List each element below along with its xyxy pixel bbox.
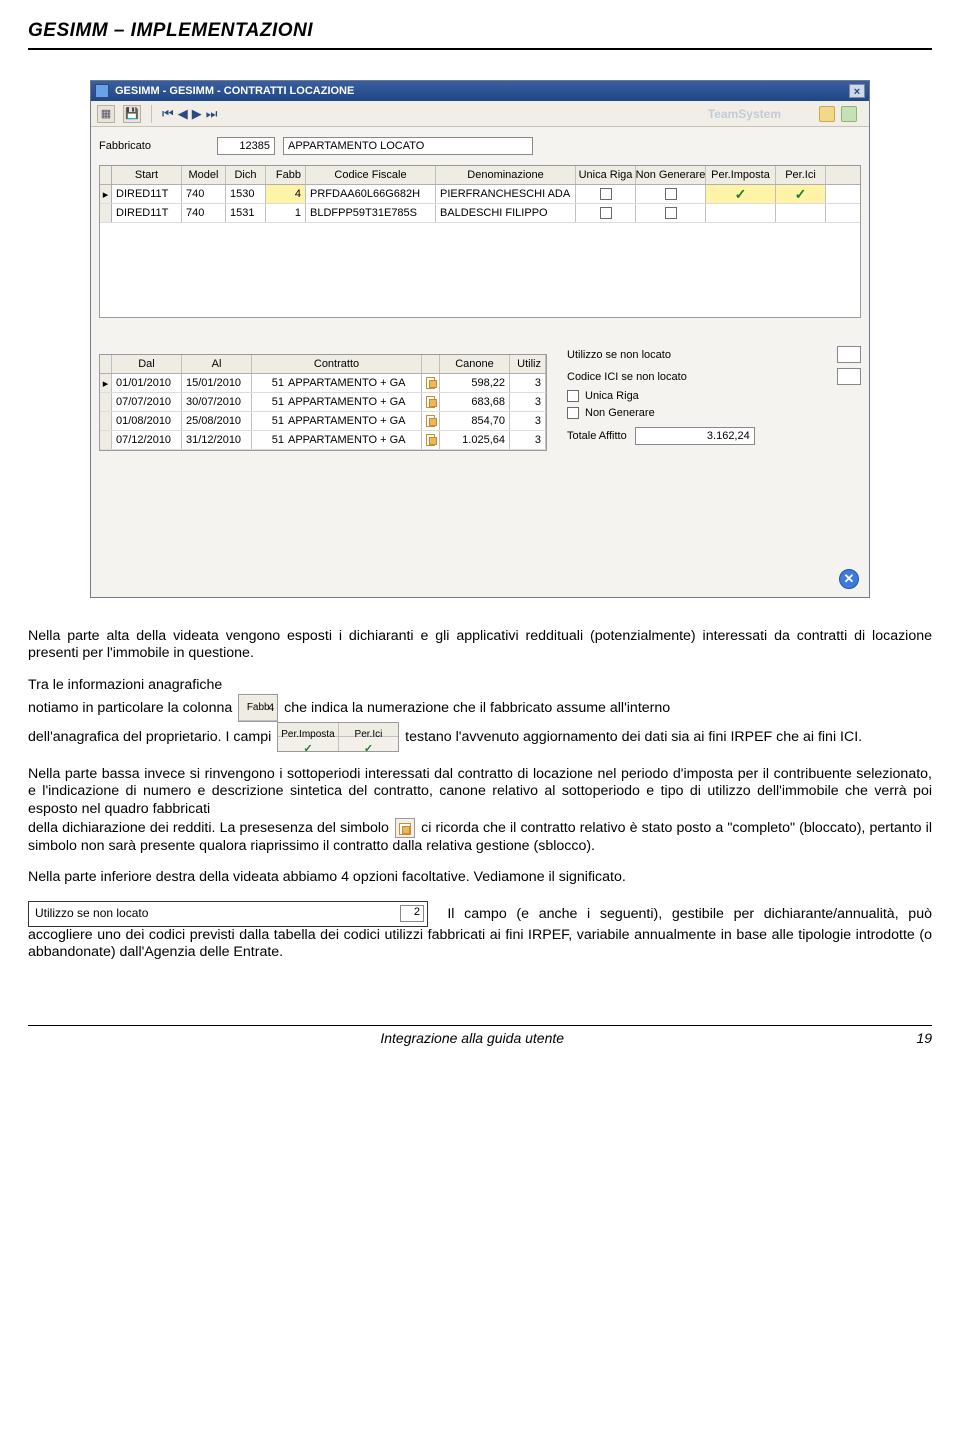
paragraph: Tra le informazioni anagrafiche notiamo … — [28, 677, 932, 752]
nav-first-icon[interactable]: ⏮ — [162, 106, 174, 122]
grid-sottoperiodi: Dal Al Contratto Canone Utiliz ▸ 01/01/2… — [99, 354, 547, 451]
utilizzo-box-inline: Utilizzo se non locato 2 — [28, 901, 428, 927]
col-fabb: Fabb — [266, 166, 306, 184]
col-contratto: Contratto — [252, 355, 422, 373]
utilizzo-se-non-locato-label: Utilizzo se non locato — [567, 349, 671, 361]
lock-icon — [426, 434, 435, 446]
unica-riga-checkbox[interactable] — [567, 390, 579, 402]
nav-prev-icon[interactable]: ◀ — [178, 106, 188, 122]
lock-icon — [426, 396, 435, 408]
header-rule — [28, 48, 932, 50]
check-icon: ✓ — [795, 186, 807, 203]
col-start: Start — [112, 166, 182, 184]
checkbox-icon[interactable] — [600, 188, 612, 200]
col-al: Al — [182, 355, 252, 373]
non-generare-label: Non Generare — [585, 407, 655, 419]
lock-icon — [426, 377, 435, 389]
nav-last-icon[interactable]: ⏭ — [206, 106, 218, 122]
fabbricato-code-field[interactable]: 12385 — [217, 137, 275, 155]
non-generare-checkbox[interactable] — [567, 407, 579, 419]
page-number: 19 — [916, 1030, 932, 1046]
fabbricato-label: Fabbricato — [99, 140, 151, 152]
col-canone: Canone — [440, 355, 510, 373]
paragraph: Nella parte inferiore destra della videa… — [28, 869, 932, 886]
table-row[interactable]: ▸ DIRED11T 740 1530 4 PRFDAA60L66G682H P… — [100, 185, 860, 204]
col-per-imposta: Per.Imposta — [706, 166, 776, 184]
totale-affitto-label: Totale Affitto — [567, 430, 627, 442]
nav-icons: ⏮ ◀ ▶ ⏭ — [162, 106, 217, 122]
toolbar: ▦ 💾 ⏮ ◀ ▶ ⏭ TeamSystem — [91, 101, 869, 127]
nav-next-icon[interactable]: ▶ — [192, 106, 202, 122]
col-unica-riga: Unica Riga — [576, 166, 636, 184]
footer-rule — [28, 1025, 932, 1026]
fabb-column-inline — [238, 694, 278, 722]
footer-title: Integrazione alla guida utente — [380, 1030, 564, 1046]
tool-icon-1[interactable] — [819, 106, 835, 122]
totale-affitto-value: 3.162,24 — [635, 427, 755, 445]
paragraph: Nella parte bassa invece si rinvengono i… — [28, 766, 932, 855]
table-row[interactable]: DIRED11T 740 1531 1 BLDFPP59T31E785S BAL… — [100, 204, 860, 223]
app-window: GESIMM - GESIMM - CONTRATTI LOCAZIONE × … — [90, 80, 870, 598]
col-per-ici: Per.Ici — [776, 166, 826, 184]
col-model: Model — [182, 166, 226, 184]
perimposta-inline: Per.ImpostaPer.Ici ✓✓ — [277, 722, 399, 752]
codice-ici-field[interactable] — [837, 368, 861, 385]
col-non-generare: Non Generare — [636, 166, 706, 184]
checkbox-icon[interactable] — [600, 207, 612, 219]
col-utilizzo: Utiliz — [510, 355, 546, 373]
col-cf: Codice Fiscale — [306, 166, 436, 184]
table-row[interactable]: 07/07/2010 30/07/2010 51APPARTAMENTO + G… — [100, 393, 546, 412]
checkbox-icon[interactable] — [665, 207, 677, 219]
unica-riga-label: Unica Riga — [585, 390, 639, 402]
utilizzo-field[interactable] — [837, 346, 861, 363]
save-icon[interactable]: 💾 — [123, 105, 141, 123]
new-icon[interactable]: ▦ — [97, 105, 115, 123]
checkbox-icon[interactable] — [665, 188, 677, 200]
grid-dichiaranti: Start Model Dich Fabb Codice Fiscale Den… — [99, 165, 861, 318]
table-row[interactable]: ▸ 01/01/2010 15/01/2010 51APPARTAMENTO +… — [100, 374, 546, 393]
paragraph: Utilizzo se non locato 2 Il campo (e anc… — [28, 901, 932, 962]
app-icon — [95, 84, 109, 98]
lock-icon — [426, 415, 435, 427]
codice-ici-label: Codice ICI se non locato — [567, 371, 687, 383]
check-icon: ✓ — [735, 186, 747, 203]
titlebar: GESIMM - GESIMM - CONTRATTI LOCAZIONE × — [91, 81, 869, 101]
tool-icon-2[interactable] — [841, 106, 857, 122]
col-dal: Dal — [112, 355, 182, 373]
table-row[interactable]: 07/12/2010 31/12/2010 51APPARTAMENTO + G… — [100, 431, 546, 450]
cancel-icon[interactable]: ✕ — [839, 569, 859, 589]
window-title: GESIMM - GESIMM - CONTRATTI LOCAZIONE — [115, 85, 354, 97]
lock-inline — [395, 818, 415, 838]
col-denom: Denominazione — [436, 166, 576, 184]
brand-label: TeamSystem — [708, 107, 781, 121]
table-row[interactable]: 01/08/2010 25/08/2010 51APPARTAMENTO + G… — [100, 412, 546, 431]
doc-header: GESIMM – IMPLEMENTAZIONI — [28, 20, 932, 42]
col-dich: Dich — [226, 166, 266, 184]
paragraph: Nella parte alta della videata vengono e… — [28, 628, 932, 663]
fabbricato-desc-field[interactable]: APPARTAMENTO LOCATO — [283, 137, 533, 155]
close-button[interactable]: × — [849, 84, 865, 98]
